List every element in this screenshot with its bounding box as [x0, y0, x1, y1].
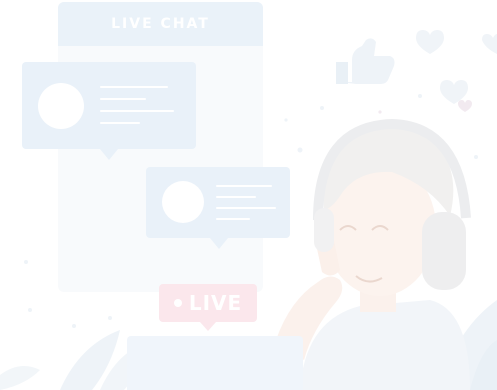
- live-indicator-dot: [173, 299, 182, 307]
- headset-icon: [313, 118, 471, 290]
- live-badge-tail: [200, 322, 216, 331]
- laptop: [127, 336, 303, 390]
- live-chat-illustration: LIVE CHAT LIVE: [0, 0, 497, 390]
- live-label: LIVE: [188, 291, 243, 315]
- live-badge: LIVE: [159, 284, 257, 331]
